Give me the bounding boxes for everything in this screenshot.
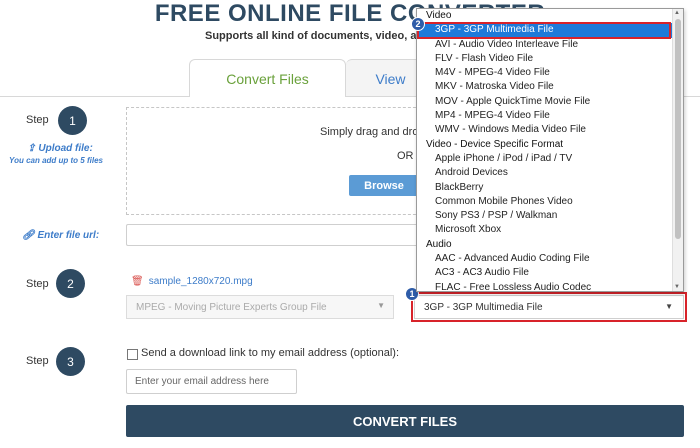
drop-text: Simply drag and drop xyxy=(320,126,425,138)
dropdown-option[interactable]: Sony PS3 / PSP / Walkman xyxy=(417,209,673,223)
scroll-up-icon[interactable]: ▲ xyxy=(674,10,680,16)
target-format-select[interactable]: 3GP - 3GP Multimedia File ▼ xyxy=(414,295,684,319)
tab-convert-files[interactable]: Convert Files xyxy=(189,59,346,97)
chevron-down-icon: ▼ xyxy=(377,301,385,310)
file-url-input[interactable] xyxy=(126,224,426,246)
upload-limit-hint: You can add up to 5 files xyxy=(9,156,103,165)
dropdown-option[interactable]: Android Devices xyxy=(417,166,673,180)
or-text: OR xyxy=(397,150,414,162)
annotation-badge-2: 2 xyxy=(411,17,425,31)
browse-button[interactable]: Browse xyxy=(349,175,419,196)
dropdown-option[interactable]: MKV - Matroska Video File xyxy=(417,80,673,94)
dropdown-option[interactable]: M4V - MPEG-4 Video File xyxy=(417,66,673,80)
uploaded-file-name[interactable]: sample_1280x720.mpg xyxy=(149,276,253,287)
chevron-down-icon: ▼ xyxy=(665,302,673,311)
email-link-checkbox[interactable] xyxy=(127,349,138,360)
upload-icon: ⇪ xyxy=(27,143,39,154)
upload-file-text: Upload file: xyxy=(38,143,93,154)
dropdown-option[interactable]: MOV - Apple QuickTime Movie File xyxy=(417,95,673,109)
step-2-label: Step xyxy=(26,278,49,290)
dropdown-group-label: Video xyxy=(426,10,452,21)
dropdown-option[interactable]: MP4 - MPEG-4 Video File xyxy=(417,109,673,123)
upload-file-label: ⇪ Upload file: xyxy=(20,143,100,154)
scrollbar-thumb[interactable] xyxy=(675,19,681,239)
dropdown-option[interactable]: Apple iPhone / iPod / iPad / TV xyxy=(417,152,673,166)
email-link-label: Send a download link to my email address… xyxy=(141,347,400,359)
step-3-number: 3 xyxy=(56,347,85,376)
format-dropdown-list[interactable]: Video 3GP - 3GP Multimedia File AVI - Audi… xyxy=(416,8,684,292)
source-format-select: MPEG - Moving Picture Experts Group File… xyxy=(126,295,394,319)
target-format-value: 3GP - 3GP Multimedia File xyxy=(424,301,543,313)
uploaded-file: 🗑︎ sample_1280x720.mpg xyxy=(131,276,253,287)
step-1-number: 1 xyxy=(58,106,87,135)
link-icon: 🔗︎ xyxy=(22,230,38,241)
dropdown-option[interactable]: AVI - Audio Video Interleave File xyxy=(417,38,673,52)
trash-icon[interactable]: 🗑︎ xyxy=(131,276,144,287)
step-2-number: 2 xyxy=(56,269,85,298)
step-3-label: Step xyxy=(26,355,49,367)
dropdown-option[interactable]: WMV - Windows Media Video File xyxy=(417,123,673,137)
dropdown-group-label: Audio xyxy=(426,238,452,250)
convert-files-button[interactable]: CONVERT FILES xyxy=(126,405,684,437)
file-url-text: Enter file url: xyxy=(37,230,100,241)
dropdown-option[interactable]: 3GP - 3GP Multimedia File xyxy=(417,23,673,38)
dropdown-option[interactable]: FLAC - Free Lossless Audio Codec xyxy=(417,281,673,291)
file-url-label: 🔗︎ Enter file url: xyxy=(22,230,99,241)
dropdown-option[interactable]: AAC - Advanced Audio Coding File xyxy=(417,252,673,266)
source-format-value: MPEG - Moving Picture Experts Group File xyxy=(136,301,327,313)
dropdown-option[interactable]: Common Mobile Phones Video xyxy=(417,195,673,209)
dropdown-scrollbar[interactable]: ▲ ▼ xyxy=(672,9,683,291)
dropdown-option[interactable]: Microsoft Xbox xyxy=(417,223,673,237)
file-dropzone[interactable] xyxy=(126,107,426,215)
dropdown-group-label: Video - Device Specific Format xyxy=(426,138,564,150)
dropdown-option[interactable]: FLV - Flash Video File xyxy=(417,52,673,66)
dropdown-option[interactable]: AC3 - AC3 Audio File xyxy=(417,266,673,280)
dropdown-option[interactable]: BlackBerry xyxy=(417,181,673,195)
step-1-label: Step xyxy=(26,114,49,126)
scroll-down-icon[interactable]: ▼ xyxy=(674,284,680,290)
email-input[interactable] xyxy=(126,369,297,394)
format-options: Video 3GP - 3GP Multimedia File AVI - Audi… xyxy=(417,9,673,291)
page-subtitle: Supports all kind of documents, video, a… xyxy=(205,30,440,42)
